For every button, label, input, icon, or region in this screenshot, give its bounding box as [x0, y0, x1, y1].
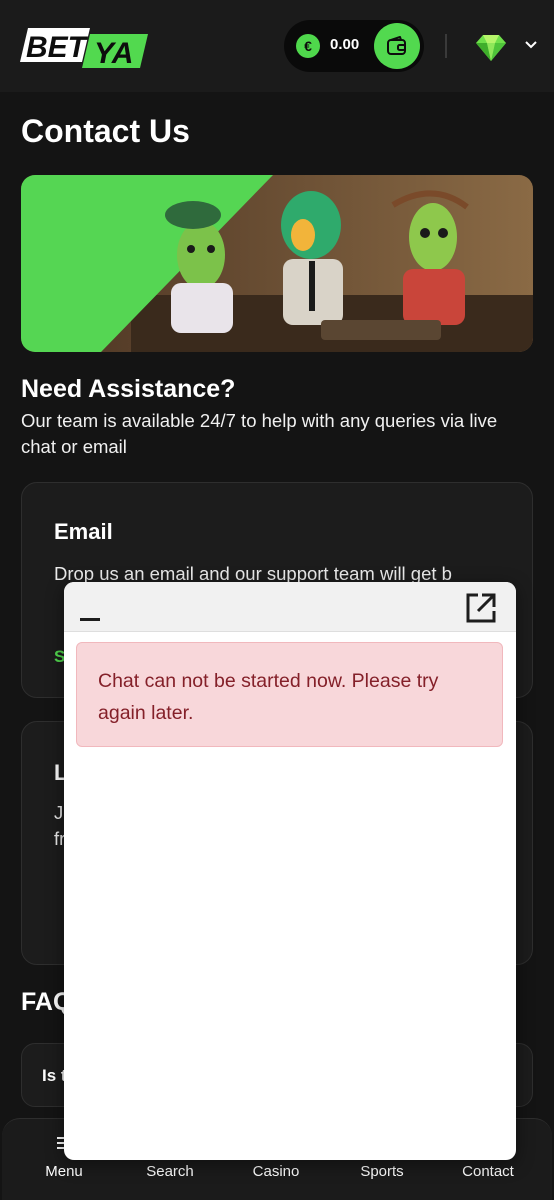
minimize-icon[interactable]: [80, 618, 100, 621]
balance-amount: 0.00: [330, 36, 360, 53]
wallet-button[interactable]: [374, 23, 420, 69]
top-header: BET YA € 0.00: [0, 0, 554, 92]
logo-text-left: BET: [26, 31, 89, 64]
open-in-new-icon[interactable]: [464, 591, 498, 625]
assistance-description: Our team is available 24/7 to help with …: [21, 410, 498, 457]
euro-coin-icon: €: [296, 34, 320, 58]
email-card-title: Email: [54, 519, 113, 544]
assistance-heading: Need Assistance?: [21, 375, 236, 403]
logo-text-right: YA: [94, 37, 133, 70]
nav-contact[interactable]: Contact: [443, 1163, 533, 1180]
wallet-icon: [387, 36, 406, 55]
betya-logo[interactable]: BET YA: [20, 24, 150, 70]
header-divider: [445, 34, 447, 58]
diamond-icon[interactable]: [474, 30, 508, 64]
page-title: Contact Us: [21, 113, 190, 149]
nav-search[interactable]: Search: [125, 1163, 215, 1180]
chat-header: [64, 582, 516, 632]
chat-error-message: Chat can not be started now. Please try …: [98, 670, 439, 724]
faq-item-question: Is t: [42, 1066, 67, 1085]
contact-banner-image: [21, 175, 533, 352]
nav-casino[interactable]: Casino: [231, 1163, 321, 1180]
chat-widget: Chat can not be started now. Please try …: [64, 582, 516, 1160]
nav-sports[interactable]: Sports: [337, 1163, 427, 1180]
chat-error-alert: Chat can not be started now. Please try …: [76, 642, 503, 747]
chevron-down-icon[interactable]: [524, 38, 538, 52]
nav-menu[interactable]: Menu: [19, 1163, 109, 1180]
wallet-balance[interactable]: € 0.00: [284, 20, 424, 72]
